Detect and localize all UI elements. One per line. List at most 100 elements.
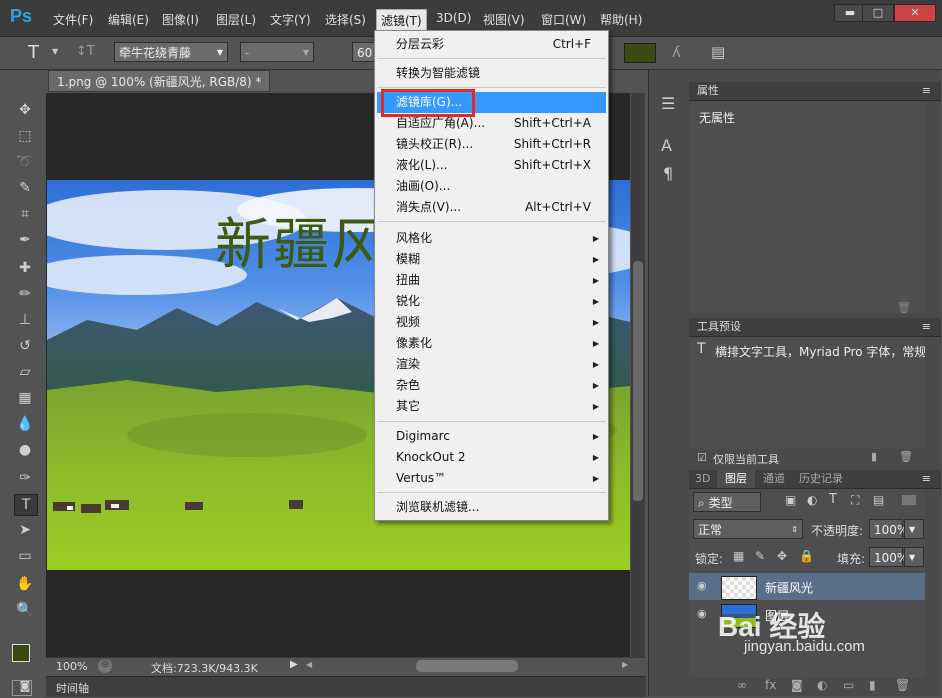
menu-item-blur[interactable]: 模糊 ▶	[375, 249, 608, 270]
layer-style-icon[interactable]: fx	[765, 678, 776, 692]
menu-file[interactable]: 文件(F)	[53, 11, 93, 28]
menu-item-lens-correction[interactable]: 镜头校正(R)... Shift+Ctrl+R	[375, 134, 608, 155]
menu-layer[interactable]: 图层(L)	[216, 11, 256, 28]
warp-text-icon[interactable]: ʎ	[672, 43, 681, 61]
paragraph-panel-icon[interactable]: ¶	[663, 164, 673, 183]
menu-item-other[interactable]: 其它 ▶	[375, 396, 608, 417]
lock-all-icon[interactable]: 🔒	[799, 549, 814, 563]
maximize-button[interactable]: □	[862, 4, 894, 22]
chevron-down-icon[interactable]: ▼	[52, 47, 58, 56]
menu-help[interactable]: 帮助(H)	[600, 11, 642, 28]
lock-paint-icon[interactable]: ✎	[755, 549, 765, 563]
tab-3d[interactable]: 3D	[695, 470, 710, 488]
text-orientation-icon[interactable]: ↕T	[76, 44, 95, 59]
menu-image[interactable]: 图像(I)	[162, 11, 199, 28]
new-layer-icon[interactable]: ▮	[869, 678, 876, 692]
menu-item-digimarc[interactable]: Digimarc ▶	[375, 426, 608, 447]
layer-kind-filter[interactable]: ⌕ 类型	[693, 492, 761, 512]
tab-channels[interactable]: 通道	[763, 470, 785, 488]
font-style-select[interactable]: - ▼	[240, 42, 314, 62]
tool-preset-item[interactable]: 横排文字工具，Myriad Pro 字体，常规	[715, 343, 925, 360]
new-preset-icon[interactable]: ▮	[871, 450, 877, 463]
type-tool-icon[interactable]: T	[14, 494, 38, 516]
shape-filter-icon[interactable]: ⛶	[851, 493, 859, 508]
text-color-swatch[interactable]	[624, 43, 656, 63]
trash-icon[interactable]: 🗑	[899, 450, 913, 463]
menu-item-browse-online-filters[interactable]: 浏览联机滤镜...	[375, 497, 608, 518]
share-icon[interactable]: ◎	[98, 659, 112, 673]
fill-dropdown[interactable]: ▼	[904, 547, 924, 567]
status-menu-arrow-icon[interactable]: ▶	[290, 659, 298, 670]
visibility-eye-icon[interactable]: ◉	[697, 607, 711, 621]
layer-row-text[interactable]: ◉ 新疆风光	[689, 573, 925, 600]
menu-item-distort[interactable]: 扭曲 ▶	[375, 270, 608, 291]
dodge-tool-icon[interactable]: ●	[14, 440, 36, 460]
screen-mode-icon[interactable]	[12, 680, 32, 696]
scroll-right-icon[interactable]: ▶	[622, 660, 628, 669]
healing-brush-tool-icon[interactable]: ✚	[14, 258, 36, 278]
lock-position-icon[interactable]: ✥	[777, 549, 787, 563]
menu-item-adaptive-wide-angle[interactable]: 自适应广角(A)... Shift+Ctrl+A	[375, 113, 608, 134]
menu-window[interactable]: 窗口(W)	[541, 11, 586, 28]
rectangle-tool-icon[interactable]: ▭	[14, 546, 36, 566]
image-filter-icon[interactable]: ▣	[785, 493, 796, 507]
smart-object-filter-icon[interactable]: ▤	[873, 493, 884, 507]
menu-edit[interactable]: 编辑(E)	[108, 11, 149, 28]
menu-view[interactable]: 视图(V)	[483, 11, 525, 28]
hand-tool-icon[interactable]: ✋	[14, 574, 36, 594]
blend-mode-select[interactable]: 正常 ⇕	[693, 519, 803, 539]
menu-item-noise[interactable]: 杂色 ▶	[375, 375, 608, 396]
menu-item-sharpen[interactable]: 锐化 ▶	[375, 291, 608, 312]
panels-toggle-icon[interactable]: ▤	[711, 43, 725, 61]
panel-menu-icon[interactable]: ≡	[922, 470, 931, 488]
layer-mask-icon[interactable]: ◙	[791, 678, 803, 692]
scroll-left-icon[interactable]: ◀	[306, 660, 312, 669]
adjustment-filter-icon[interactable]: ◐	[807, 493, 817, 507]
menu-filter[interactable]: 滤镜(T)	[376, 9, 427, 32]
fill-field[interactable]: 100%	[869, 547, 908, 567]
menu-item-pixelate[interactable]: 像素化 ▶	[375, 333, 608, 354]
menu-item-video[interactable]: 视频 ▶	[375, 312, 608, 333]
eraser-tool-icon[interactable]: ▱	[14, 362, 36, 382]
menu-item-oil-paint[interactable]: 油画(O)...	[375, 176, 608, 197]
quick-select-tool-icon[interactable]: ✎	[14, 178, 36, 198]
menu-3d[interactable]: 3D(D)	[436, 11, 471, 25]
type-tool-icon[interactable]: T	[28, 42, 39, 63]
menu-type[interactable]: 文字(Y)	[270, 11, 311, 28]
filter-toggle[interactable]	[902, 495, 916, 505]
zoom-level[interactable]: 100%	[56, 660, 87, 673]
menu-item-stylize[interactable]: 风格化 ▶	[375, 228, 608, 249]
tab-history[interactable]: 历史记录	[799, 470, 843, 488]
foreground-color-swatch[interactable]	[12, 644, 30, 662]
lasso-tool-icon[interactable]: ➰	[14, 152, 36, 172]
blur-tool-icon[interactable]: 💧	[14, 414, 36, 434]
close-button[interactable]: ✕	[894, 4, 936, 22]
font-family-select[interactable]: 牵牛花绕青藤 ▼	[114, 42, 228, 62]
menu-select[interactable]: 选择(S)	[325, 11, 366, 28]
layer-text-overlay[interactable]: 新疆风	[215, 200, 389, 281]
visibility-eye-icon[interactable]: ◉	[697, 579, 711, 593]
menu-item-vanishing-point[interactable]: 消失点(V)... Alt+Ctrl+V	[375, 197, 608, 218]
eyedropper-tool-icon[interactable]: ✒	[14, 230, 36, 250]
checkbox-checked-icon[interactable]: ☑	[697, 451, 707, 464]
font-size-field[interactable]: 60	[352, 42, 376, 62]
menu-item-vertus[interactable]: Vertus™ ▶	[375, 468, 608, 489]
menu-item-liquify[interactable]: 液化(L)... Shift+Ctrl+X	[375, 155, 608, 176]
zoom-tool-icon[interactable]: 🔍	[14, 600, 36, 620]
path-select-tool-icon[interactable]: ➤	[14, 520, 36, 540]
panel-menu-icon[interactable]: ≡	[922, 318, 931, 336]
new-group-icon[interactable]: ▭	[843, 678, 854, 692]
properties-panel-title[interactable]: 属性	[697, 84, 719, 97]
brush-tool-icon[interactable]: ✏	[14, 284, 36, 304]
trash-icon[interactable]: 🗑	[895, 678, 910, 692]
pen-tool-icon[interactable]: ✑	[14, 468, 36, 488]
document-tab[interactable]: 1.png @ 100% (新疆风光, RGB/8) *	[48, 70, 270, 92]
menu-item-convert-smart-filter[interactable]: 转换为智能滤镜	[375, 63, 608, 84]
history-brush-tool-icon[interactable]: ↺	[14, 336, 36, 356]
trash-icon[interactable]: 🗑	[897, 301, 911, 314]
type-filter-icon[interactable]: T	[829, 492, 837, 507]
tab-layers[interactable]: 图层	[717, 470, 755, 488]
character-panel-icon[interactable]: A	[661, 136, 672, 155]
layer-name[interactable]: 新疆风光	[765, 579, 813, 596]
move-tool-icon[interactable]: ✥	[14, 100, 36, 120]
